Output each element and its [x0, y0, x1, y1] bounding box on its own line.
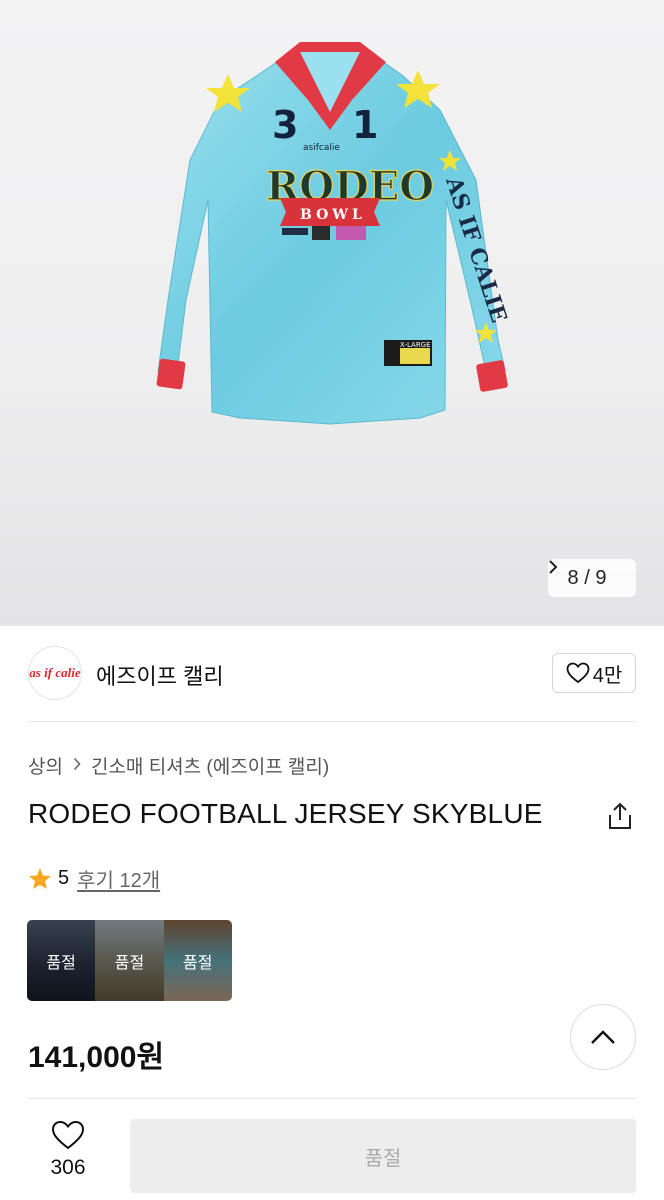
jersey-brand-small: asifcalie — [303, 143, 340, 153]
bottom-action-bar: 306 품절 — [0, 1098, 664, 1200]
breadcrumb-category[interactable]: 상의 — [28, 752, 63, 779]
divider — [28, 721, 636, 722]
scroll-top-button[interactable] — [570, 1004, 636, 1070]
jersey-number-left: 3 — [272, 103, 298, 147]
reviews-link[interactable]: 후기 12개 — [77, 864, 160, 893]
option-thumbnail[interactable]: 품절 — [163, 920, 232, 1001]
gallery-pager-label: 8 / 9 — [567, 566, 607, 589]
wishlist-button[interactable]: 306 — [40, 1120, 96, 1180]
product-image[interactable]: 3 1 asifcalie RODEO BOWL X-LARGE AS IF C… — [0, 0, 664, 626]
sold-out-label: 품절 — [46, 954, 76, 972]
jersey-ribbon-text: BOWL — [300, 207, 366, 223]
product-price: 141,000원 — [28, 1041, 165, 1074]
chevron-up-icon — [591, 1030, 615, 1044]
heart-icon — [51, 1120, 85, 1150]
brand-like-count: 4만 — [592, 664, 623, 687]
breadcrumb: 상의 긴소매 티셔츠 (에즈이프 캘리) — [28, 752, 329, 779]
rating-score: 5 — [58, 867, 70, 889]
jersey-number-right: 1 — [352, 103, 378, 147]
size-tag: X-LARGE — [400, 341, 431, 349]
option-thumbnails: 품절 품절 품절 — [27, 920, 232, 1001]
chevron-right-icon — [73, 755, 81, 776]
brand-logo-text: as if calie — [29, 665, 81, 680]
gallery-pager[interactable]: 8 / 9 — [548, 559, 636, 597]
brand-logo[interactable]: as if calie — [28, 646, 82, 700]
star-icon — [29, 868, 51, 889]
heart-icon — [566, 662, 590, 684]
brand-row[interactable]: as if calie 에즈이프 캘리 4만 — [28, 646, 636, 700]
breadcrumb-subcategory[interactable]: 긴소매 티셔츠 (에즈이프 캘리) — [91, 752, 329, 779]
option-thumbnail[interactable]: 품절 — [27, 920, 96, 1001]
product-title: RODEO FOOTBALL JERSEY SKYBLUE — [28, 798, 543, 829]
sold-out-label: 품절 — [183, 954, 213, 972]
rating: 5 후기 12개 — [28, 864, 160, 893]
sold-out-label: 품절 — [114, 954, 145, 972]
brand-like-button[interactable]: 4만 — [552, 653, 636, 693]
wishlist-count: 306 — [50, 1156, 86, 1179]
buy-button[interactable]: 품절 — [130, 1119, 636, 1193]
share-icon[interactable] — [606, 801, 634, 831]
brand-name[interactable]: 에즈이프 캘리 — [96, 659, 224, 691]
option-thumbnail[interactable]: 품절 — [95, 920, 164, 1001]
jersey-illustration: 3 1 asifcalie RODEO BOWL X-LARGE AS IF C… — [156, 42, 512, 425]
